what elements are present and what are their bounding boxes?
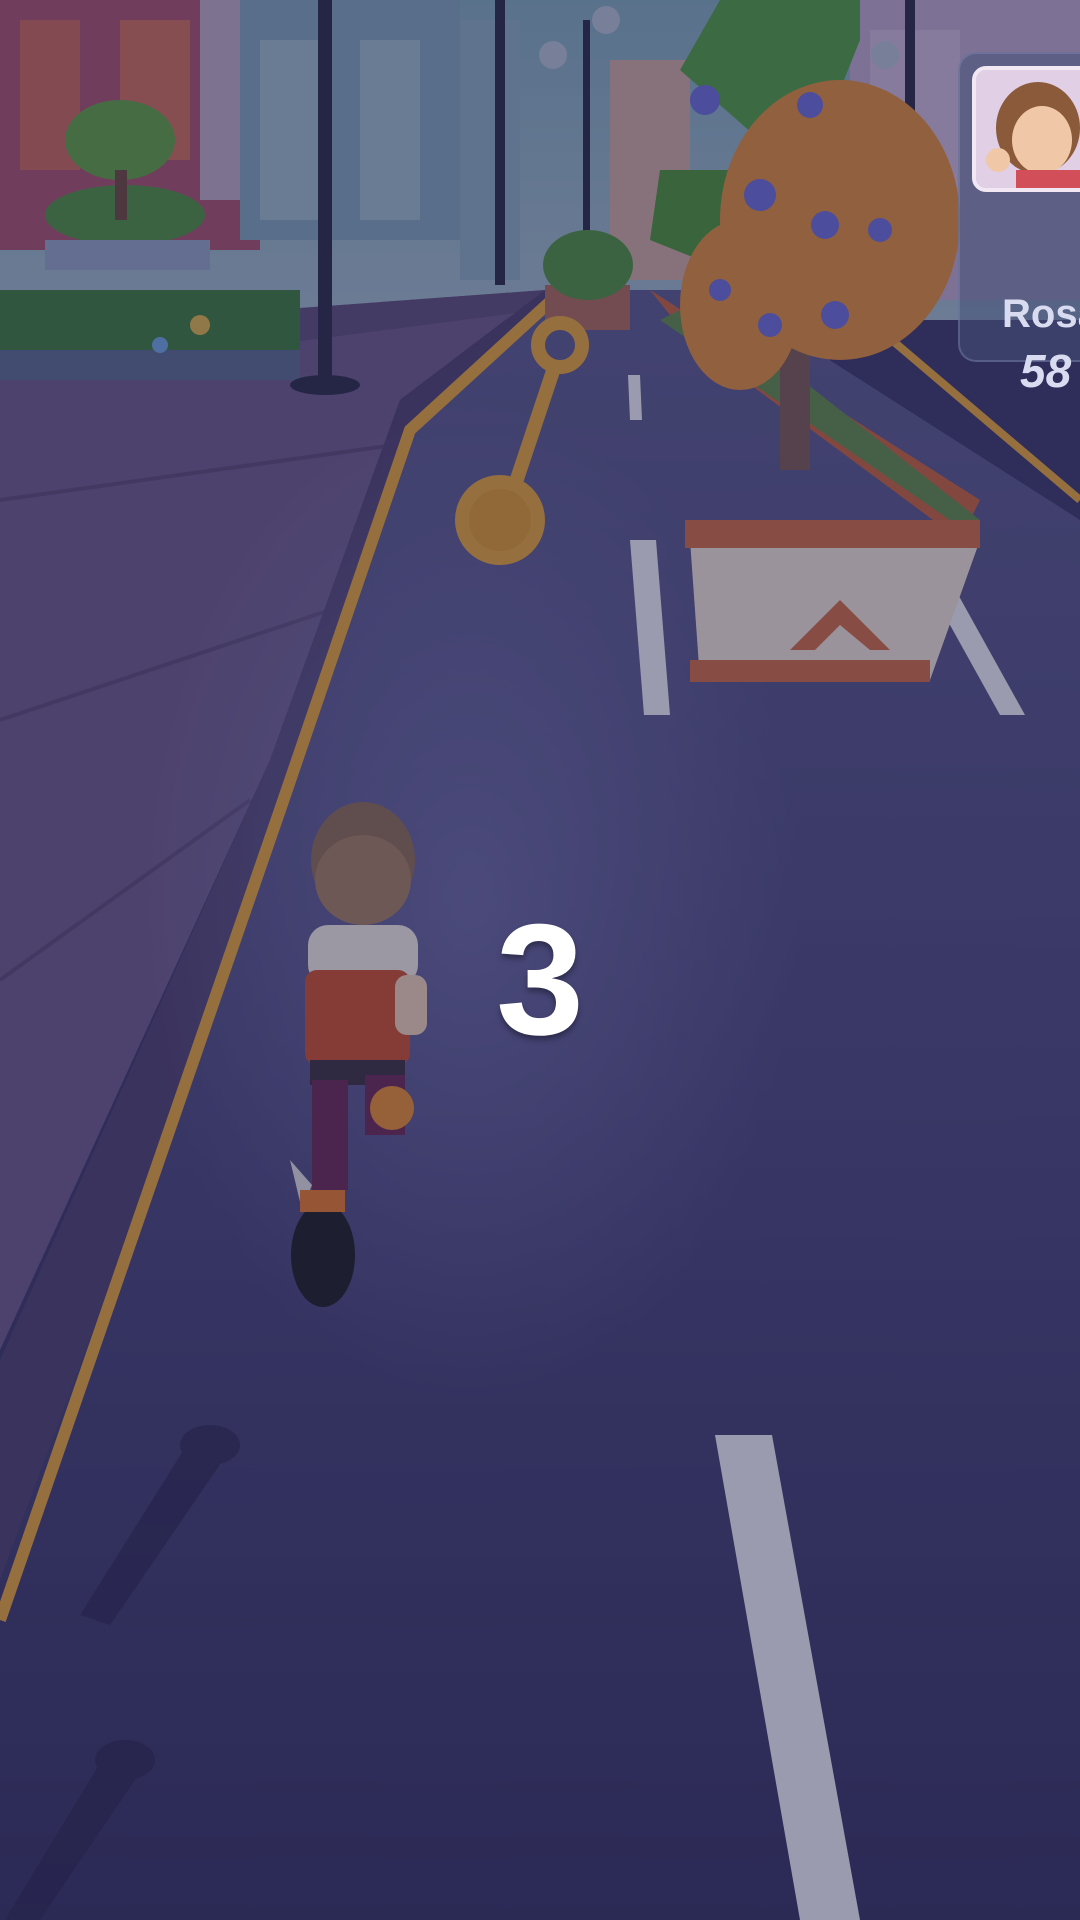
- opponent-card: Rosa 58: [958, 52, 1080, 397]
- countdown-number: 3: [496, 892, 584, 1068]
- far-planter: [543, 230, 633, 330]
- girl-avatar-icon: [972, 66, 1080, 192]
- opponent-name: Rosa: [1002, 292, 1080, 336]
- opponent-score: 58: [1020, 345, 1072, 397]
